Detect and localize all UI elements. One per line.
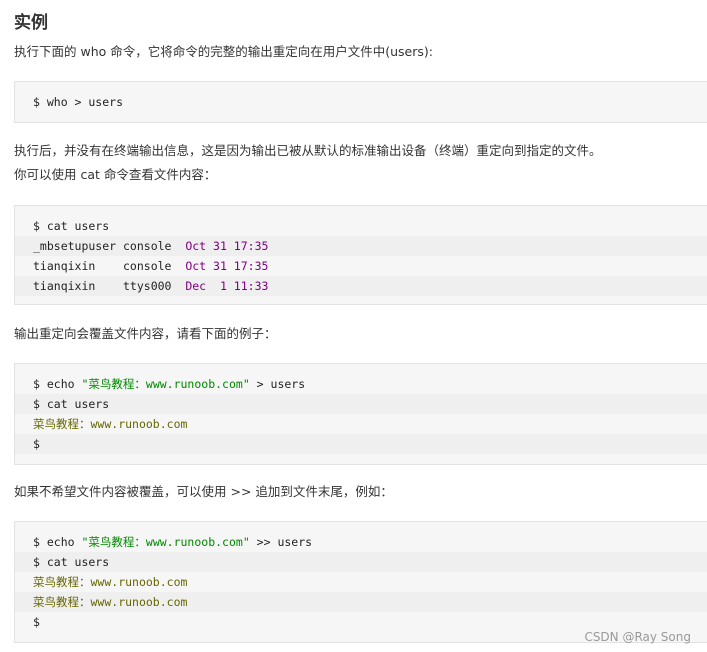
code-output: 菜鸟教程：www.runoob.com: [33, 595, 188, 609]
code-block-who: $ who > users: [14, 81, 707, 123]
code-line: $: [33, 615, 40, 629]
code-block-overwrite: $ echo "菜鸟教程：www.runoob.com" > users $ c…: [14, 363, 707, 465]
paragraph-cat-intro: 你可以使用 cat 命令查看文件内容：: [14, 167, 217, 182]
code-text: tianqixin console: [33, 259, 186, 273]
code-block-cat-users: $ cat users _mbsetupuser console Oct 31 …: [14, 205, 707, 305]
section-heading: 实例: [14, 13, 48, 33]
page: 实例 执行下面的 who 命令，它将命令的完整的输出重定向在用户文件中(user…: [0, 0, 707, 652]
code-string: "菜鸟教程：www.runoob.com": [81, 377, 250, 391]
code-date: Dec 1 11:33: [185, 279, 269, 293]
code-block-append: $ echo "菜鸟教程：www.runoob.com" >> users $ …: [14, 521, 707, 643]
watermark: CSDN @Ray Song: [584, 630, 691, 644]
code-date: Oct 31 17:35: [185, 259, 269, 273]
code-text: $ echo: [33, 535, 82, 549]
code-output: 菜鸟教程：www.runoob.com: [33, 417, 188, 431]
code-line: $ cat users: [33, 219, 110, 233]
paragraph-overwrite: 输出重定向会覆盖文件内容，请看下面的例子：: [14, 326, 277, 341]
paragraph-explanation: 执行后，并没有在终端输出信息，这是因为输出已被从默认的标准输出设备（终端）重定向…: [14, 143, 602, 158]
code-line: $: [15, 434, 707, 454]
code-text: tianqixin ttys000: [33, 279, 186, 293]
code-text: $ echo: [33, 377, 82, 391]
code-line: 菜鸟教程：www.runoob.com: [15, 572, 707, 592]
paragraph-append: 如果不希望文件内容被覆盖，可以使用 >> 追加到文件末尾，例如：: [14, 484, 393, 499]
code-text: >> users: [249, 535, 313, 549]
code-line: 菜鸟教程：www.runoob.com: [15, 592, 707, 612]
code-line: $ who > users: [33, 95, 124, 109]
code-output: 菜鸟教程：www.runoob.com: [33, 575, 188, 589]
code-date: Oct 31 17:35: [185, 239, 269, 253]
code-line: $ echo "菜鸟教程：www.runoob.com" > users: [15, 374, 707, 394]
code-line: $ cat users: [15, 552, 707, 572]
code-string: "菜鸟教程：www.runoob.com": [81, 535, 250, 549]
code-line: tianqixin ttys000 Dec 1 11:33: [15, 276, 707, 296]
code-line: $ echo "菜鸟教程：www.runoob.com" >> users: [15, 532, 707, 552]
code-line: $ cat users: [15, 394, 707, 414]
code-text: > users: [249, 377, 306, 391]
code-line: tianqixin console Oct 31 17:35: [15, 256, 707, 276]
code-text: _mbsetupuser console: [33, 239, 186, 253]
paragraph-who-intro: 执行下面的 who 命令，它将命令的完整的输出重定向在用户文件中(users):: [14, 44, 433, 59]
code-line: 菜鸟教程：www.runoob.com: [15, 414, 707, 434]
code-line: _mbsetupuser console Oct 31 17:35: [15, 236, 707, 256]
